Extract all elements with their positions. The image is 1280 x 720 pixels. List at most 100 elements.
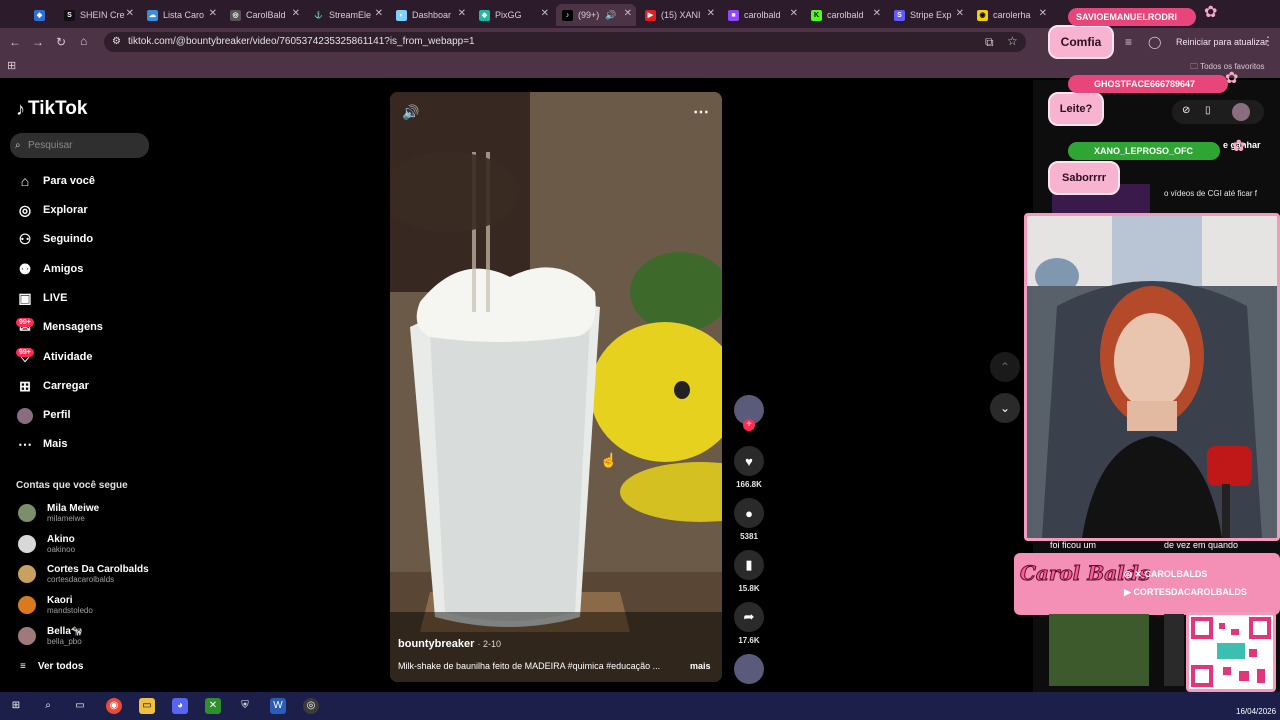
close-icon[interactable]: ✕ (458, 8, 466, 19)
tab-carolerha[interactable]: ◉ carolerha ✕ (971, 4, 1051, 26)
save-button[interactable]: ▮ 15.8K (734, 550, 764, 593)
tab-carolbald[interactable]: ◎ CarolBald ✕ (224, 4, 304, 26)
close-icon[interactable]: ✕ (873, 8, 881, 19)
user-avatar[interactable] (1232, 103, 1250, 121)
tab-streamelements[interactable]: ⚓ StreamEle ✕ (307, 4, 387, 26)
account-item[interactable]: Akino oakinoo (18, 534, 75, 554)
tab-stripe[interactable]: S Stripe Exp ✕ (888, 4, 968, 26)
install-app-icon[interactable]: ⧉ (985, 35, 994, 50)
music-disc-button[interactable] (734, 654, 764, 684)
site-info-icon[interactable]: ⚙ (112, 32, 121, 52)
search-icon[interactable]: ⌕ (40, 698, 56, 714)
volume-icon[interactable]: 🔊 (402, 104, 419, 121)
list-icon: ≡ (20, 661, 26, 672)
tab-youtube[interactable]: ▶ (15) XANI ✕ (639, 4, 719, 26)
brand-banner: Carol Balds ◎ ✕ CAROLBALDS ▶ CORTESDACAR… (1014, 553, 1280, 615)
scroll-up-button[interactable]: ⌃ (990, 352, 1020, 382)
back-icon[interactable]: ← (9, 35, 21, 49)
tab-shein[interactable]: S SHEIN Cre ✕ (58, 4, 138, 26)
tab-pixgg[interactable]: ◆ PixGG ✕ (473, 4, 553, 26)
close-icon[interactable]: ✕ (707, 8, 715, 19)
video-player[interactable]: 🔊 ⋯ bountybreaker · 2-10 Milk-shake de b… (390, 92, 722, 682)
close-icon[interactable]: ✕ (375, 8, 383, 19)
upload-icon: ⊞ (19, 377, 31, 394)
home-button-icon[interactable]: ⌂ (80, 34, 87, 48)
nav-following[interactable]: ⚇ Seguindo (16, 228, 93, 250)
follow-plus-icon[interactable]: + (743, 419, 755, 431)
see-all-link[interactable]: ≡ Ver todos (20, 661, 83, 672)
youtube-icon: ▶ (1124, 587, 1131, 597)
chrome-icon[interactable]: ◉ (106, 698, 122, 714)
taskbar (0, 692, 1280, 720)
account-item[interactable]: Mila Meiwe milameiwe (18, 503, 99, 523)
globe-icon: ◎ (230, 9, 241, 21)
playlist-icon[interactable]: ≡ (1125, 35, 1132, 49)
close-icon[interactable]: ✕ (541, 8, 549, 19)
nav-profile[interactable]: Perfil (16, 404, 71, 426)
like-button[interactable]: ♥ 166.8K (734, 446, 764, 489)
account-icon[interactable]: ◯ (1148, 35, 1161, 49)
close-icon[interactable]: ✕ (956, 8, 964, 19)
restart-button[interactable]: Reiniciar para atualizar (1176, 37, 1268, 47)
thumbnail-image (1049, 614, 1149, 686)
comment-button[interactable]: ● 5381 (734, 498, 764, 541)
dashboard-icon: ◐ (396, 9, 407, 21)
close-icon[interactable]: ✕ (624, 8, 632, 19)
speaker-icon[interactable]: 🔊 (605, 10, 616, 21)
compass-small-icon[interactable]: ⊘ (1182, 105, 1190, 116)
menu-icon[interactable]: ⋮ (1262, 34, 1274, 48)
avatar (18, 504, 36, 522)
author-avatar-button[interactable]: + (734, 395, 764, 431)
obs-icon[interactable]: ◎ (303, 698, 319, 714)
close-icon[interactable]: ✕ (1039, 8, 1047, 19)
nav-explore[interactable]: ◎ Explorar (16, 199, 88, 221)
nav-live[interactable]: ▣ LIVE (16, 287, 67, 309)
streamelements-icon: ⚓ (313, 9, 324, 21)
share-icon: ➦ (734, 602, 764, 632)
tab-dashboard[interactable]: ◐ Dashboar ✕ (390, 4, 470, 26)
account-item[interactable]: Cortes Da Carolbalds cortesdacarolbalds (18, 564, 149, 584)
chat-bubble: Leite? (1048, 92, 1104, 126)
close-icon[interactable]: ✕ (126, 8, 134, 19)
task-view-icon[interactable]: ▭ (72, 698, 88, 714)
video-menu-icon[interactable]: ⋯ (693, 102, 709, 122)
video-author[interactable]: bountybreaker · 2-10 (398, 638, 501, 650)
device-icon[interactable]: ▯ (1205, 105, 1211, 116)
word-icon[interactable]: W (270, 698, 286, 714)
tab-0[interactable]: ◆ (28, 4, 50, 26)
gem-icon: ◆ (34, 9, 45, 21)
tab-kick[interactable]: K carolbald ✕ (805, 4, 885, 26)
apps-grid-icon[interactable]: ⊞ (7, 59, 16, 72)
search-input[interactable]: ⌕ Pesquisar (10, 133, 149, 158)
share-button[interactable]: ➦ 17.6K (734, 602, 764, 645)
comment-snippet: foi ficou um (1050, 540, 1097, 550)
shield-icon[interactable]: ⛨ (237, 698, 253, 714)
tab-tiktok-active[interactable]: ♪ (99+) 🔊 ✕ (556, 4, 636, 26)
nav-more[interactable]: ⋯ Mais (16, 433, 67, 455)
scroll-down-button[interactable]: ⌄ (990, 393, 1020, 423)
forward-icon[interactable]: → (32, 35, 44, 49)
account-item[interactable]: Kaori mandstoledo (18, 595, 93, 615)
star-icon[interactable]: ☆ (1007, 34, 1018, 48)
close-icon[interactable]: ✕ (790, 8, 798, 19)
chevron-up-icon: ⌃ (999, 360, 1011, 374)
caption-more-button[interactable]: mais (690, 661, 711, 671)
close-icon[interactable]: ✕ (209, 8, 217, 19)
account-item[interactable]: Bella🐄 bella_pbo (18, 626, 83, 646)
address-bar[interactable]: ⚙ tiktok.com/@bountybreaker/video/760537… (104, 32, 1026, 52)
nav-friends[interactable]: ⚉ Amigos (16, 258, 84, 280)
close-icon[interactable]: ✕ (292, 8, 300, 19)
x-icon: ✕ (1134, 569, 1142, 579)
tiktok-logo[interactable]: ♪ TikTok (16, 98, 87, 120)
xbox-icon[interactable]: ✕ (205, 698, 221, 714)
file-explorer-icon[interactable]: ▭ (139, 698, 155, 714)
webcam-image (1027, 216, 1277, 538)
avatar (18, 535, 36, 553)
windows-start-icon[interactable]: ⊞ (8, 698, 24, 714)
nav-upload[interactable]: ⊞ Carregar (16, 375, 89, 397)
tab-lista[interactable]: ☁ Lista Caro ✕ (141, 4, 221, 26)
discord-icon[interactable]: ◕ (172, 698, 188, 714)
reload-icon[interactable]: ↻ (56, 35, 66, 49)
nav-for-you[interactable]: ⌂ Para você (16, 170, 95, 192)
tab-twitch-1[interactable]: ■ carolbald ✕ (722, 4, 802, 26)
